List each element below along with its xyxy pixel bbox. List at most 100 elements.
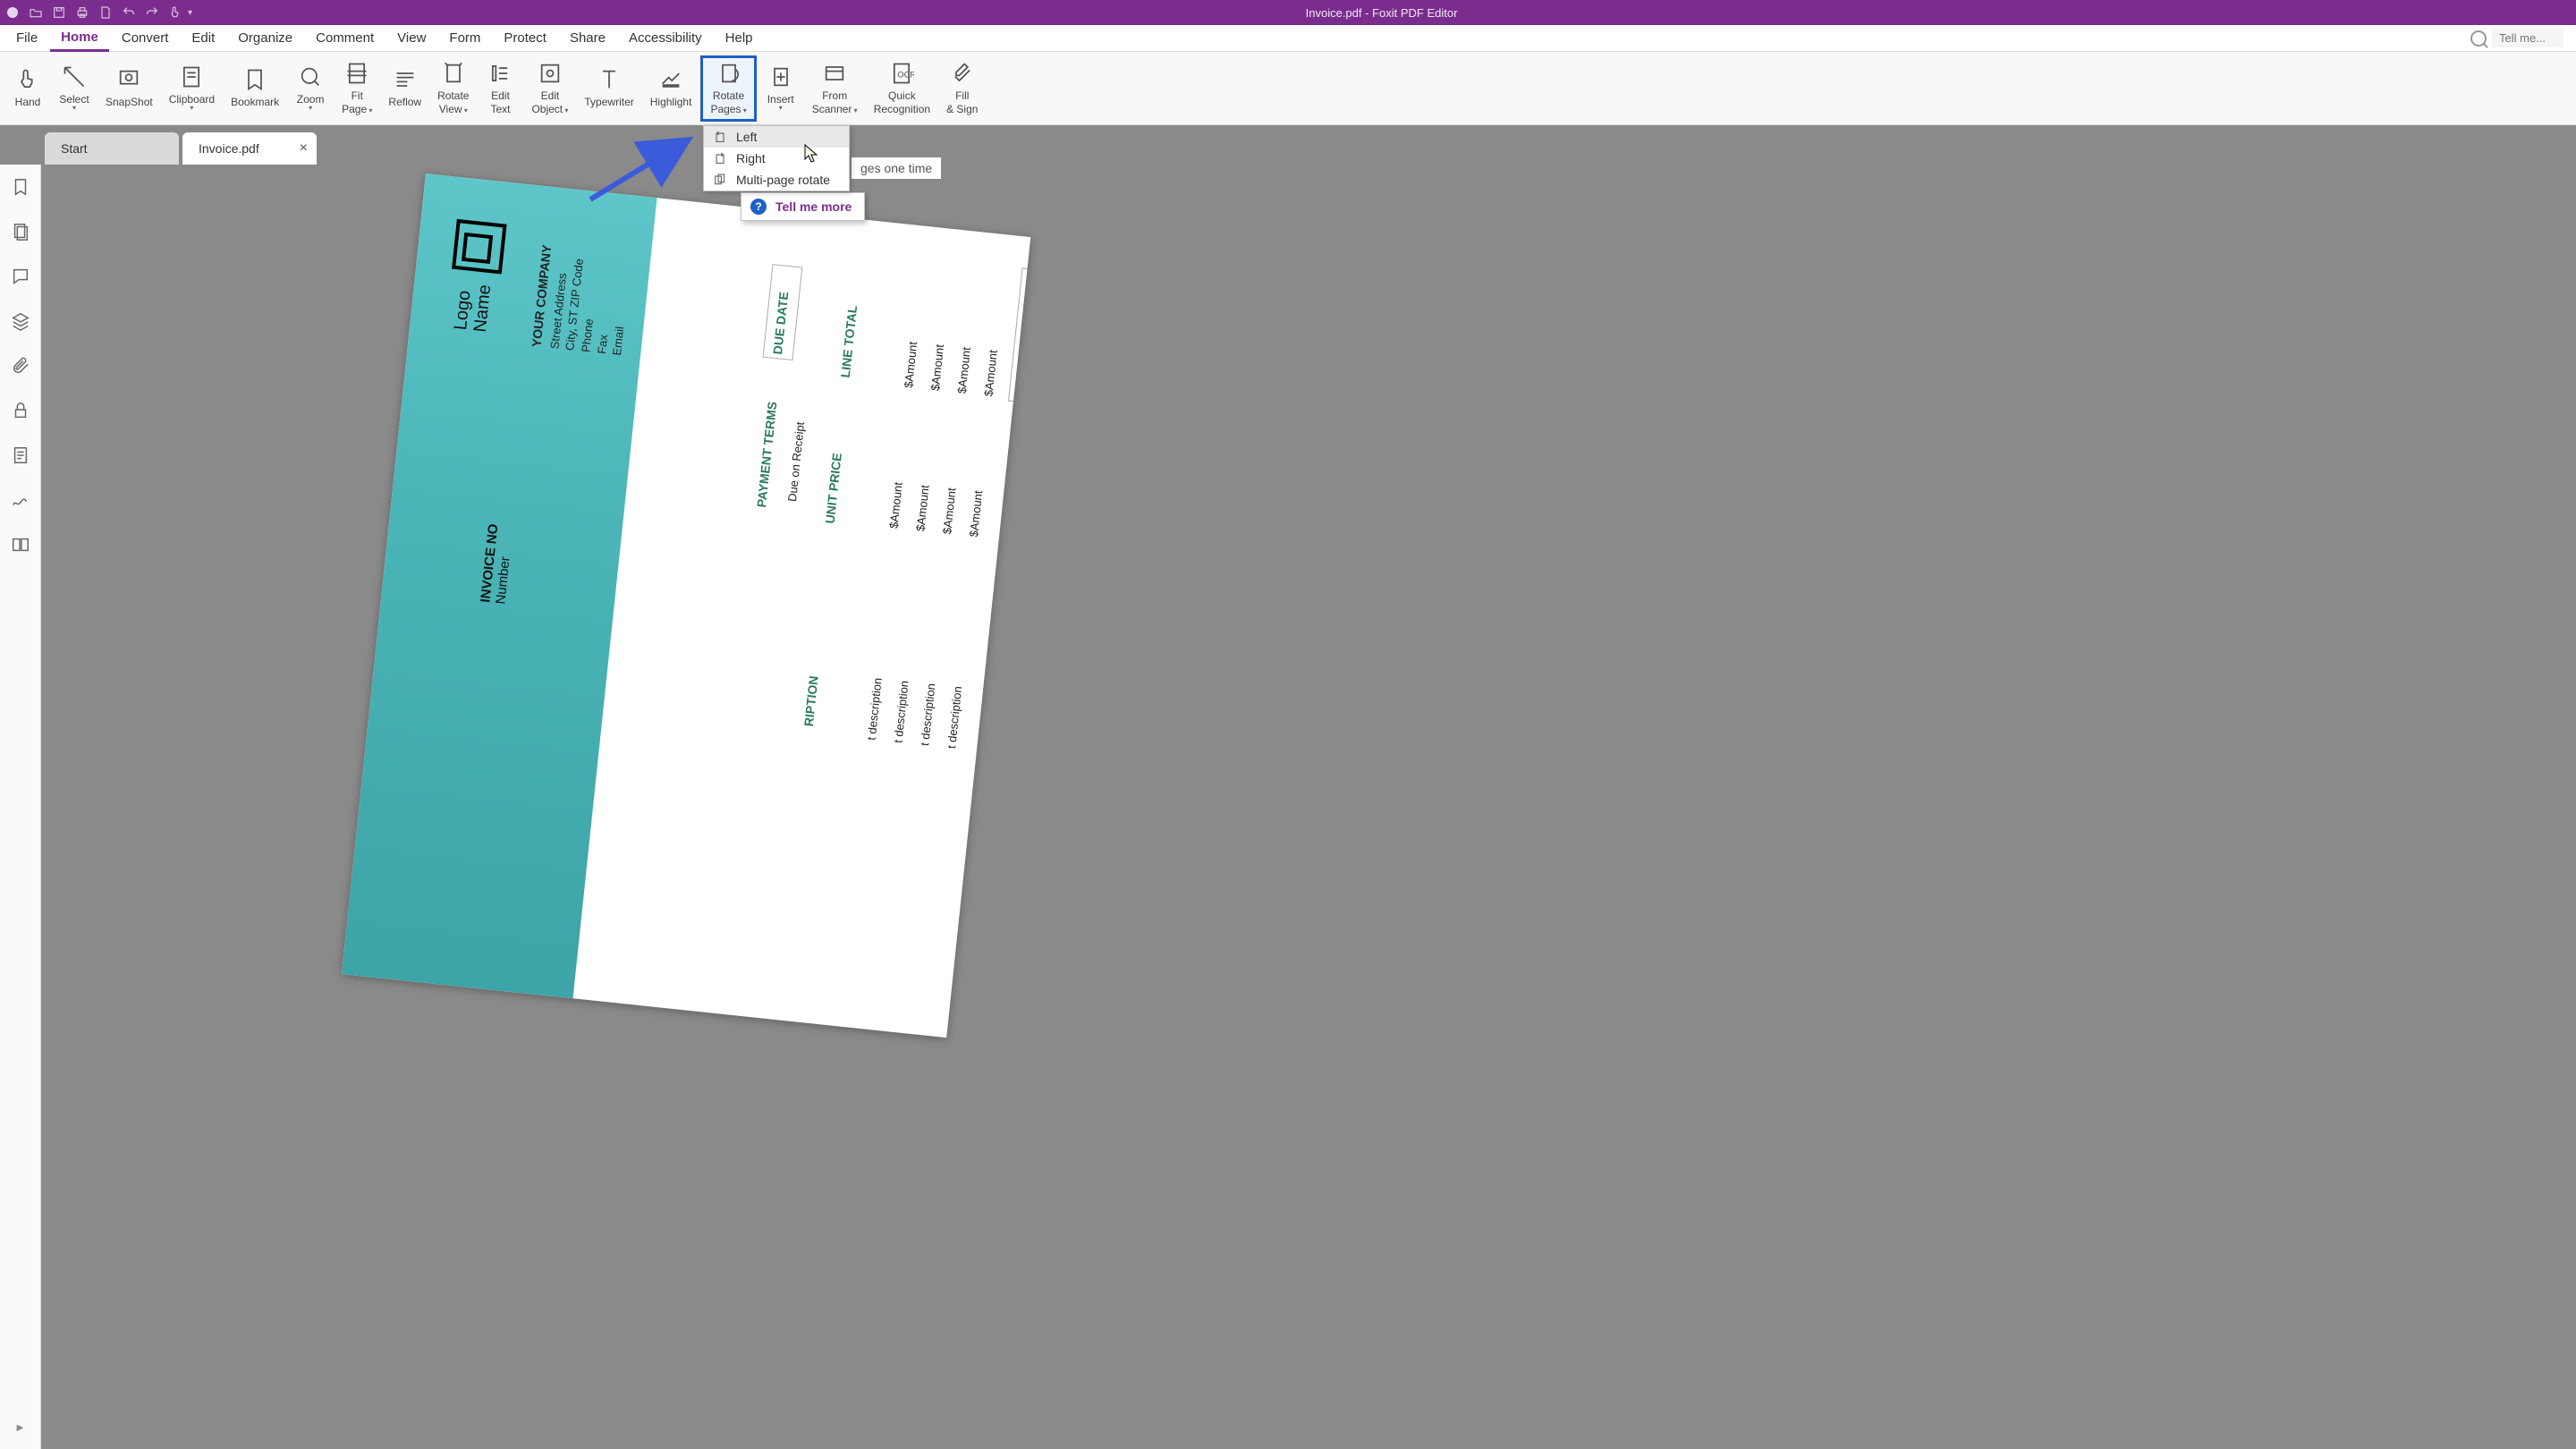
window-title: Invoice.pdf - Foxit PDF Editor xyxy=(192,6,2571,20)
snapshot-icon xyxy=(116,67,141,92)
expand-panel-icon[interactable]: ▶ xyxy=(17,1423,24,1433)
payment-terms-value: Due on Receipt xyxy=(785,421,807,503)
compare-icon[interactable] xyxy=(11,535,30,555)
amount-cell: $Amount xyxy=(913,484,931,531)
close-icon[interactable]: × xyxy=(300,140,308,157)
amount-cell: $Amount xyxy=(955,346,973,394)
from-scanner-icon xyxy=(822,61,847,86)
menu-home[interactable]: Home xyxy=(50,25,109,52)
typewriter-icon xyxy=(597,67,622,92)
edit-text-icon xyxy=(487,61,513,86)
description-header: RIPTION xyxy=(801,675,821,727)
ribbon-from-scanner[interactable]: FromScanner ▾ xyxy=(805,55,865,122)
ribbon-highlight[interactable]: Highlight xyxy=(643,55,699,122)
description-cell: t description xyxy=(945,685,964,749)
rotate-view-icon xyxy=(441,61,466,86)
layers-icon[interactable] xyxy=(11,311,30,331)
ribbon-snapshot[interactable]: SnapShot xyxy=(98,55,160,122)
ribbon-tabs: File Home Convert Edit Organize Comment … xyxy=(0,25,2576,52)
amount-cell: $Amount xyxy=(981,350,999,397)
comments-icon[interactable] xyxy=(11,267,30,286)
ribbon-select[interactable]: Select▾ xyxy=(52,55,97,122)
bookmarks-icon[interactable] xyxy=(11,177,30,197)
clipboard-icon xyxy=(179,64,204,89)
tell-me-search[interactable] xyxy=(2463,27,2571,49)
title-bar: ▾ Invoice.pdf - Foxit PDF Editor xyxy=(0,0,2576,25)
rotate-right-icon xyxy=(713,151,727,165)
menu-protect[interactable]: Protect xyxy=(493,26,557,50)
menu-help[interactable]: Help xyxy=(715,26,764,50)
ribbon-rotate-view[interactable]: RotateView ▾ xyxy=(430,55,476,122)
description-cell: t description xyxy=(891,680,911,743)
menu-edit[interactable]: Edit xyxy=(181,26,225,50)
save-icon[interactable] xyxy=(52,5,66,20)
ribbon-edit-text[interactable]: EditText xyxy=(478,55,522,122)
attachments-icon[interactable] xyxy=(11,356,30,376)
rotate-left-item[interactable]: Left xyxy=(704,126,849,148)
menu-file[interactable]: File xyxy=(5,26,48,50)
signatures-icon[interactable] xyxy=(11,490,30,510)
company-address: YOUR COMPANY Street Address City, ST ZIP… xyxy=(528,244,635,357)
tooltip-hint-text: ges one time xyxy=(852,157,941,179)
undo-icon[interactable] xyxy=(122,5,136,20)
unit-price-header: UNIT PRICE xyxy=(823,453,844,525)
pdf-page: Logo Name YOUR COMPANY Street Address Ci… xyxy=(342,174,1030,1038)
pages-icon[interactable] xyxy=(11,222,30,242)
page-icon[interactable] xyxy=(98,5,113,20)
amount-cell: $Amount xyxy=(902,341,919,388)
qr-placeholder-icon xyxy=(452,219,507,275)
print-icon[interactable] xyxy=(75,5,89,20)
rotate-left-icon xyxy=(713,130,727,144)
svg-text:OCR: OCR xyxy=(898,71,915,80)
ribbon-rotate-pages[interactable]: RotatePages ▾ xyxy=(700,55,756,122)
tell-me-more-tooltip[interactable]: ? Tell me more xyxy=(741,192,865,221)
touch-icon[interactable] xyxy=(168,5,182,20)
main-area: ▶ Logo Name YOUR COMPANY Street Address … xyxy=(0,165,2576,1449)
menu-share[interactable]: Share xyxy=(559,26,616,50)
security-icon[interactable] xyxy=(11,401,30,420)
ribbon-clipboard[interactable]: Clipboard▾ xyxy=(162,55,222,122)
description-cell: t description xyxy=(865,677,885,741)
line-total-header: LINE TOTAL xyxy=(838,305,860,378)
ribbon-quick-recognition[interactable]: OCRQuickRecognition xyxy=(867,55,937,122)
subtotal-label: Subtotal xyxy=(1013,413,1031,457)
menu-comment[interactable]: Comment xyxy=(305,26,385,50)
insert-icon xyxy=(768,64,793,89)
ribbon-edit-object[interactable]: EditObject ▾ xyxy=(524,55,575,122)
tab-invoice[interactable]: Invoice.pdf× xyxy=(182,132,317,165)
menu-accessibility[interactable]: Accessibility xyxy=(618,26,713,50)
ribbon-hand[interactable]: Hand xyxy=(5,55,50,122)
ribbon-toolbar: HandSelect▾SnapShotClipboard▾BookmarkZoo… xyxy=(0,52,2576,125)
edit-object-icon xyxy=(538,61,563,86)
rotate-right-item[interactable]: Right xyxy=(704,148,849,169)
rotate-pages-icon xyxy=(716,61,741,86)
select-icon xyxy=(62,64,87,89)
search-input[interactable] xyxy=(2492,29,2563,47)
ribbon-reflow[interactable]: Reflow xyxy=(381,55,428,122)
ribbon-fit-page[interactable]: FitPage ▾ xyxy=(335,55,379,122)
amount-cell: $Amount xyxy=(967,490,985,538)
app-logo-icon xyxy=(5,5,20,20)
menu-organize[interactable]: Organize xyxy=(227,26,303,50)
ribbon-bookmark[interactable]: Bookmark xyxy=(224,55,286,122)
menu-form[interactable]: Form xyxy=(438,26,491,50)
multi-rotate-icon xyxy=(713,173,727,187)
multi-page-rotate-item[interactable]: Multi-page rotate xyxy=(704,169,849,191)
hand-icon xyxy=(15,67,40,92)
fields-icon[interactable] xyxy=(11,445,30,465)
totals-box xyxy=(1008,267,1030,406)
amount-cell: $Amount xyxy=(940,487,958,535)
menu-convert[interactable]: Convert xyxy=(111,26,180,50)
tab-start[interactable]: Start xyxy=(45,132,179,165)
rotate-pages-dropdown: Left Right Multi-page rotate xyxy=(703,125,850,191)
search-icon xyxy=(2470,30,2487,47)
open-icon[interactable] xyxy=(29,5,43,20)
redo-icon[interactable] xyxy=(145,5,159,20)
document-canvas[interactable]: Logo Name YOUR COMPANY Street Address Ci… xyxy=(41,165,2576,1449)
amount-cell: $Amount xyxy=(928,343,946,391)
ribbon-zoom[interactable]: Zoom▾ xyxy=(288,55,333,122)
ribbon-fill-sign[interactable]: Fill& Sign xyxy=(939,55,985,122)
ribbon-typewriter[interactable]: Typewriter xyxy=(577,55,640,122)
menu-view[interactable]: View xyxy=(386,26,436,50)
ribbon-insert[interactable]: Insert▾ xyxy=(758,55,803,122)
